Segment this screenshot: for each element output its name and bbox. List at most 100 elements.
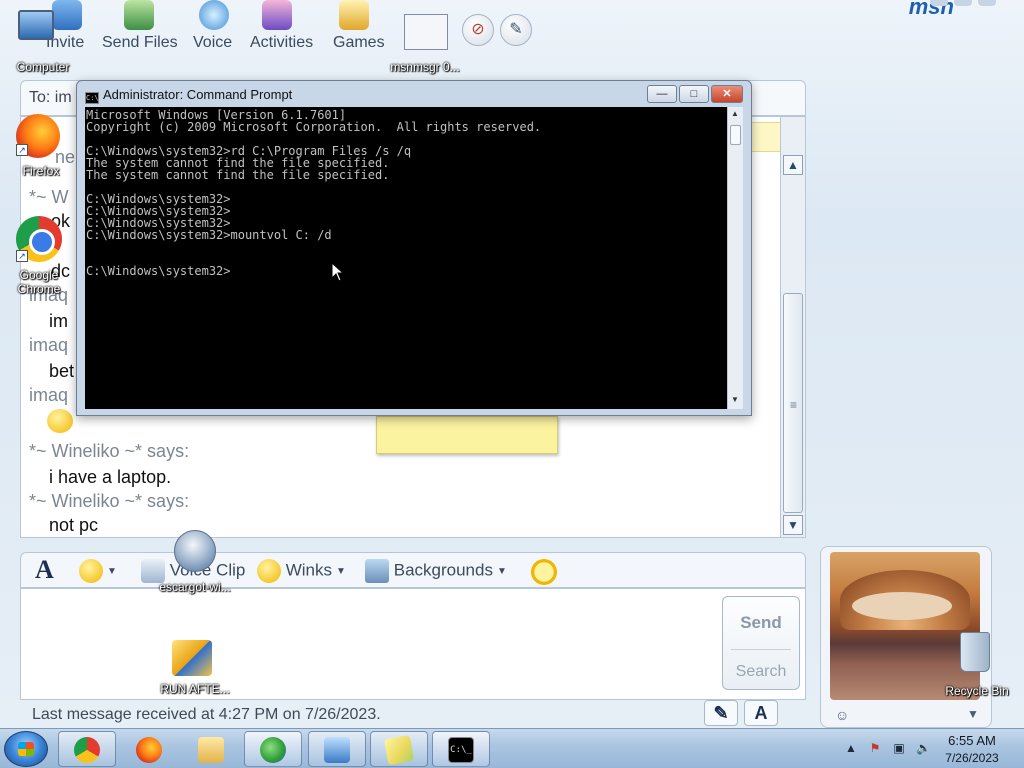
clock[interactable]: 6:55 AM 7/26/2023 [932,733,1012,765]
desktop-label: Computer [16,60,70,74]
message-sender: *~ Wineliko ~* says: [29,441,190,461]
handwriting-button[interactable]: ✎ [704,700,738,726]
headset-icon [199,0,229,30]
shortcut-arrow-icon: ↗ [16,250,28,262]
taskbar-chrome[interactable] [58,731,116,767]
desktop-label: Firefox [22,164,60,178]
history-fragment: imaq [29,335,69,355]
firefox-icon [136,737,162,763]
desktop-icon-escargot[interactable]: escargot-wi... [159,530,231,594]
desktop-icon-computer[interactable]: Computer [17,10,69,78]
action-center-icon[interactable]: ⚑ [868,741,882,755]
clock-time: 6:55 AM [948,733,996,748]
cmd-minimize-button[interactable]: — [647,85,677,103]
sticky-notes-icon [383,734,415,766]
send-panel: Send Search [722,596,800,690]
scroll-up-arrow[interactable]: ▲ [783,155,803,175]
taskbar-cmd[interactable]: C:\_ [432,731,490,767]
cmd-icon: C:\_ [448,737,474,763]
maximize-button[interactable] [954,0,972,6]
taskbar-sticky-notes[interactable] [370,731,428,767]
grip-icon: ≡ [790,398,798,412]
font-button[interactable]: A [35,555,54,584]
scroll-down-arrow[interactable]: ▼ [783,515,803,535]
scroll-up-arrow[interactable]: ▲ [731,109,739,118]
send-files-label: Send Files [102,34,178,51]
avatar-icon[interactable]: ☺ [835,707,849,723]
command-prompt-window[interactable]: C:\ Administrator: Command Prompt — □ ✕ M… [76,80,752,416]
recycle-bin-icon [960,632,990,672]
emoticon-icon [47,409,73,433]
sky-shape [852,592,952,620]
block-icon: ⊘ [471,21,485,38]
sticky-note[interactable] [376,416,558,454]
block-button[interactable]: ⊘ [462,14,494,46]
search-button[interactable]: Search [723,663,799,681]
to-label: To: im [29,89,72,106]
history-fragment: bet [49,361,75,381]
backgrounds-label: Backgrounds [393,560,493,580]
send-button[interactable]: Send [723,613,799,633]
scroll-thumb[interactable] [730,125,741,145]
cmd-title: Administrator: Command Prompt [103,87,293,102]
pen-icon: ✎ [713,703,729,723]
installer-icon [174,530,216,572]
format-toolbar: A ▼ Voice Clip Winks ▼ Backgrounds ▼ [20,552,806,588]
history-fragment: *~ W [29,187,69,207]
emoticon-button[interactable]: ▼ [79,559,117,585]
activities-label: Activities [250,34,314,51]
computer-icon [18,10,54,40]
desktop-label: RUN AFTE... [160,682,230,696]
start-button[interactable] [4,731,48,767]
scroll-down-arrow[interactable]: ▼ [731,395,739,404]
taskbar-explorer[interactable] [182,731,240,767]
message-text: not pc [49,515,99,535]
chrome-icon [74,737,100,763]
folder-icon [198,737,224,763]
cmd-icon: C:\ [85,92,99,104]
desktop-label: msnmsgr 0... [390,60,460,74]
text-mode-button[interactable]: A [744,700,778,726]
desktop-label: escargot-wi... [159,580,231,594]
desktop-icon-msnmsgr[interactable]: msnmsgr 0... [390,14,460,74]
chevron-down-icon: ▼ [336,565,346,577]
close-button[interactable] [978,0,996,6]
messenger-icon [260,737,286,763]
cmd-scrollbar[interactable]: ▲ ▼ [727,107,743,409]
message-sender: *~ Wineliko ~* says: [29,491,190,511]
cmd-titlebar[interactable]: C:\ Administrator: Command Prompt [85,87,292,104]
desktop-label: Google Chrome [17,268,61,296]
taskbar-messenger[interactable] [244,731,302,767]
voice-label: Voice [193,34,233,51]
nudge-button[interactable] [527,559,561,585]
activities-icon [262,0,292,30]
backgrounds-button[interactable]: Backgrounds ▼ [365,559,507,585]
minimize-button[interactable] [930,0,948,6]
winks-button[interactable]: Winks ▼ [257,559,346,585]
desktop-icon-run-after[interactable]: RUN AFTE... [160,640,230,700]
divider [731,649,791,650]
nudge-icon [527,559,561,585]
cmd-close-button[interactable]: ✕ [711,85,743,103]
draw-button[interactable]: ✎ [500,14,532,46]
conversation-scrollbar[interactable]: ▲ ≡ ▼ [780,116,806,538]
desktop-label: Recycle Bin [945,684,1009,698]
desktop-icon-chrome[interactable]: ↗ Google Chrome [16,216,66,296]
cmd-console-output[interactable]: Microsoft Windows [Version 6.1.7601] Cop… [85,107,727,409]
desktop-icon-recycle-bin[interactable]: Recycle Bin [945,632,1009,700]
cmd-maximize-button[interactable]: □ [679,85,709,103]
taskbar-firefox[interactable] [120,731,178,767]
send-files-icon [124,0,154,30]
taskbar-photo-viewer[interactable] [308,731,366,767]
desktop-icon-firefox[interactable]: ↗ Firefox [16,114,66,178]
network-icon[interactable]: ▣ [892,741,906,755]
chevron-down-icon[interactable]: ▼ [967,707,979,721]
history-fragment: im [49,311,68,331]
show-hidden-icons-arrow[interactable]: ▲ [844,741,858,755]
games-icon [339,0,369,30]
scroll-thumb[interactable]: ≡ [783,293,803,513]
chevron-down-icon: ▼ [496,565,507,577]
screenshot-file-icon [404,14,448,50]
message-input[interactable] [20,588,806,700]
volume-muted-icon[interactable]: 🔈 [916,741,931,755]
